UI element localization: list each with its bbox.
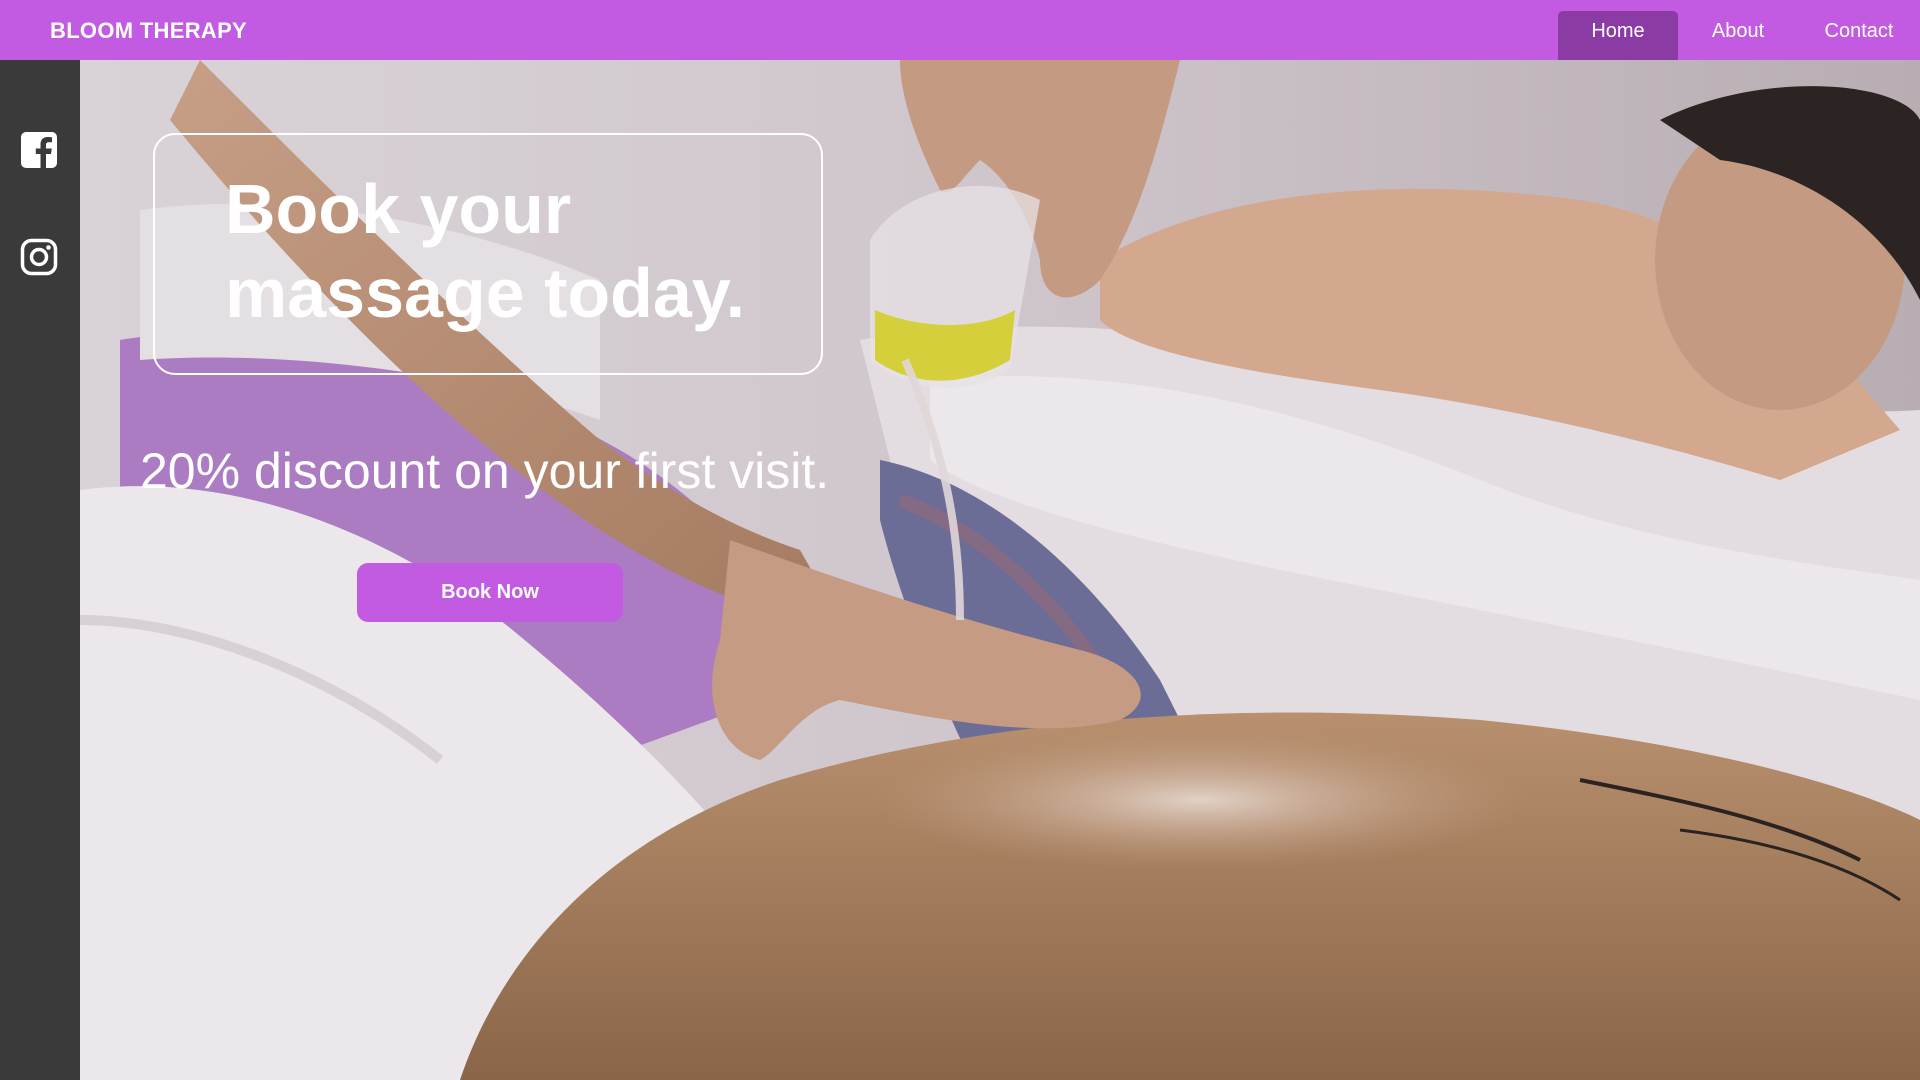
top-navbar: BLOOM THERAPY Home About Contact — [0, 0, 1920, 60]
facebook-icon[interactable] — [20, 131, 58, 169]
nav-item-contact[interactable]: Contact — [1798, 11, 1920, 60]
social-sidebar — [0, 60, 80, 1080]
hero-section: Book your massage today. 20% discount on… — [80, 60, 1920, 1080]
discount-text: 20% discount on your first visit. — [140, 443, 830, 499]
headline-box: Book your massage today. — [153, 133, 823, 375]
main-nav: Home About Contact — [1558, 0, 1920, 60]
instagram-icon[interactable] — [20, 238, 58, 276]
headline-line-1: Book your — [225, 170, 572, 248]
hero-headline: Book your massage today. — [225, 167, 785, 335]
brand-logo-text[interactable]: BLOOM THERAPY — [50, 0, 247, 62]
headline-line-2: massage today. — [225, 254, 746, 332]
nav-item-about[interactable]: About — [1678, 11, 1798, 60]
book-now-button[interactable]: Book Now — [357, 563, 623, 622]
nav-item-home[interactable]: Home — [1558, 11, 1678, 60]
